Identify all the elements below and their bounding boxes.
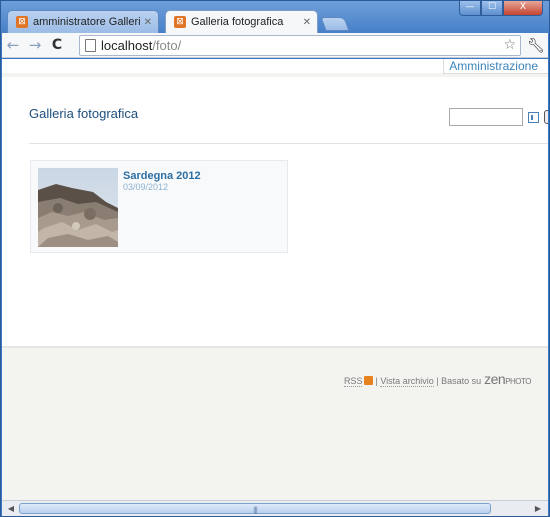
new-tab-button[interactable]	[320, 17, 350, 31]
album-title[interactable]: Sardegna 2012	[123, 170, 201, 182]
horizontal-scrollbar[interactable]: ◀ ||| ▶	[2, 500, 548, 516]
wrench-menu-icon[interactable]: 🔧︎	[527, 38, 545, 54]
tab-gallery[interactable]: ⊠ Galleria fotografica ✕	[165, 10, 318, 33]
search-input[interactable]	[449, 108, 523, 126]
footer-separator: |	[436, 376, 439, 386]
zenphoto-favicon-icon: ⊠	[16, 16, 28, 28]
reload-icon[interactable]: C	[46, 34, 68, 56]
page-viewport: Amministrazione Galleria fotografica Sar…	[2, 59, 548, 500]
address-bar[interactable]: localhost/foto/ ☆	[79, 35, 521, 56]
tab-admin[interactable]: ⊠ amministratore Galleria fot ✕	[7, 10, 159, 33]
page-bottom-divider	[2, 346, 548, 348]
tab-close-icon[interactable]: ✕	[303, 17, 311, 28]
header-divider	[29, 143, 548, 144]
zenphoto-logo-zen: ZEN	[484, 371, 506, 387]
zenphoto-favicon-icon: ⊠	[174, 16, 186, 28]
rss-icon[interactable]	[364, 376, 374, 385]
album-thumbnail[interactable]	[38, 168, 118, 247]
footer: RSS | Vista archivio | Basato su ZENPHOT…	[343, 371, 531, 387]
archive-link[interactable]: Vista archivio	[380, 376, 434, 387]
footer-separator: |	[375, 376, 378, 386]
search-options-icon[interactable]	[528, 112, 539, 123]
admin-bar: Amministrazione	[443, 59, 548, 74]
back-arrow-icon[interactable]: ←	[2, 34, 24, 56]
browser-window: — ☐ X ⊠ amministratore Galleria fot ✕ ⊠ …	[0, 0, 550, 517]
browser-toolbar: ← → C localhost/foto/ ☆ 🔧︎	[2, 33, 548, 58]
tab-strip: ⊠ amministratore Galleria fot ✕ ⊠ Galler…	[7, 10, 547, 33]
zenphoto-logo-photo: PHOTO	[505, 377, 531, 386]
gallery-title[interactable]: Galleria fotografica	[29, 106, 138, 121]
album-card: Sardegna 2012 03/09/2012	[30, 160, 288, 253]
zenphoto-logo[interactable]: ZENPHOTO	[484, 371, 531, 387]
search-submit-button[interactable]	[544, 110, 548, 124]
album-date: 03/09/2012	[123, 182, 169, 192]
admin-link[interactable]: Amministrazione	[449, 59, 538, 73]
powered-by-label: Basato su	[441, 376, 482, 386]
rss-link[interactable]: RSS	[343, 376, 363, 387]
scrollbar-grip-icon: |||	[252, 506, 258, 514]
scroll-right-arrow-icon[interactable]: ▶	[532, 503, 544, 515]
url-path: /foto/	[152, 38, 182, 53]
url-host: localhost	[101, 38, 153, 53]
tab-title: Galleria fotografica	[191, 16, 284, 28]
forward-arrow-icon[interactable]: →	[24, 34, 46, 56]
tab-title: amministratore Galleria fot	[33, 16, 140, 28]
scroll-left-arrow-icon[interactable]: ◀	[5, 503, 17, 515]
scrollbar-thumb[interactable]: |||	[19, 503, 491, 514]
tab-close-icon[interactable]: ✕	[144, 17, 152, 28]
page-icon	[85, 39, 96, 52]
bookmark-star-icon[interactable]: ☆	[503, 37, 516, 53]
page-content: Amministrazione Galleria fotografica Sar…	[2, 59, 548, 346]
